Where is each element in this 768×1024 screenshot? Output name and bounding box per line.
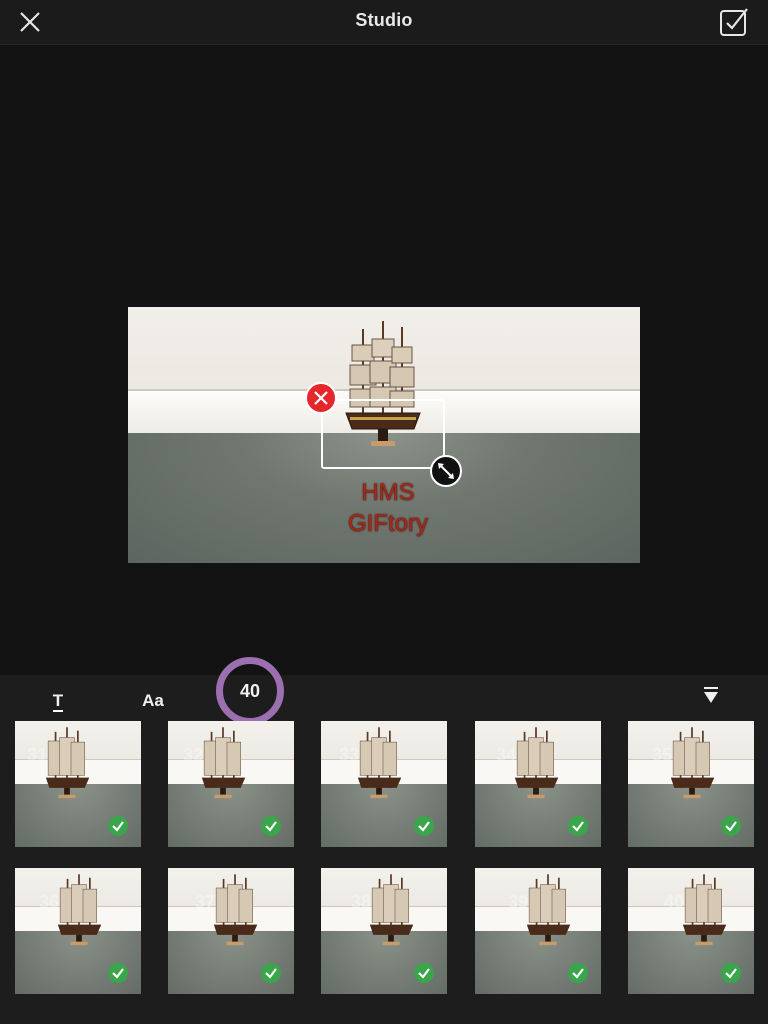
close-icon xyxy=(314,391,328,405)
selected-check-icon xyxy=(414,816,434,836)
overlay-text-line-2: GIFtory xyxy=(347,510,428,537)
frame-number: 34 xyxy=(496,745,517,765)
frame-count-button[interactable]: 40 xyxy=(216,657,284,725)
frame-number: 40 xyxy=(664,892,685,912)
thumb-ship-image xyxy=(498,725,574,810)
editing-toolbar: T Aa 40 31 32 33 34 35 36 37 38 39 40 xyxy=(0,657,768,1024)
frame-number: 33 xyxy=(339,745,360,765)
selected-check-icon xyxy=(108,816,128,836)
frame-number: 37 xyxy=(195,892,216,912)
frame-thumbnail[interactable]: 40 xyxy=(628,868,754,994)
page-title: Studio xyxy=(355,10,413,30)
frame-number: 38 xyxy=(351,892,372,912)
thumb-ship-image xyxy=(353,872,429,957)
frame-thumbnail[interactable]: 32 xyxy=(168,721,294,847)
frame-thumbnail[interactable]: 37 xyxy=(168,868,294,994)
thumb-ship-image xyxy=(29,725,105,810)
frame-number: 31 xyxy=(27,745,48,765)
text-selection-box[interactable] xyxy=(321,399,445,469)
frame-thumbnail[interactable]: 38 xyxy=(321,868,447,994)
frame-number: 39 xyxy=(508,892,529,912)
frame-thumbnail[interactable]: 31 xyxy=(15,721,141,847)
overlay-text-line-1: HMS xyxy=(361,479,415,506)
thumb-ship-image xyxy=(510,872,586,957)
font-tool-button[interactable]: Aa xyxy=(138,683,168,719)
frame-number: 32 xyxy=(183,745,204,765)
frame-number: 35 xyxy=(652,745,673,765)
triangle-down-icon xyxy=(704,687,718,703)
thumb-ship-image xyxy=(185,725,261,810)
selected-check-icon xyxy=(108,963,128,983)
text-tool-button[interactable]: T xyxy=(48,683,68,719)
dropdown-button[interactable] xyxy=(700,683,722,719)
selected-check-icon xyxy=(721,963,741,983)
selected-check-icon xyxy=(721,816,741,836)
thumb-ship-image xyxy=(654,725,730,810)
frame-thumbnail[interactable]: 34 xyxy=(475,721,601,847)
selected-check-icon xyxy=(568,963,588,983)
selected-check-icon xyxy=(261,816,281,836)
thumb-ship-image xyxy=(341,725,417,810)
frame-number: 36 xyxy=(39,892,60,912)
selected-check-icon xyxy=(414,963,434,983)
selected-check-icon xyxy=(568,816,588,836)
text-tool-label: T xyxy=(52,691,64,712)
selected-check-icon xyxy=(261,963,281,983)
checkbox-done-icon xyxy=(720,8,748,36)
thumb-ship-image xyxy=(41,872,117,957)
frame-thumbnail[interactable]: 35 xyxy=(628,721,754,847)
thumb-ship-image xyxy=(666,872,742,957)
gif-preview[interactable]: HMS GIFtory xyxy=(128,307,640,563)
frame-thumbnail[interactable]: 36 xyxy=(15,868,141,994)
thumb-ship-image xyxy=(197,872,273,957)
done-button[interactable] xyxy=(718,6,750,38)
frame-thumbnail[interactable]: 39 xyxy=(475,868,601,994)
top-bar: Studio xyxy=(0,0,768,45)
delete-text-button[interactable] xyxy=(305,382,337,414)
overlay-text[interactable]: HMS GIFtory xyxy=(308,477,468,539)
frame-thumbnail[interactable]: 33 xyxy=(321,721,447,847)
